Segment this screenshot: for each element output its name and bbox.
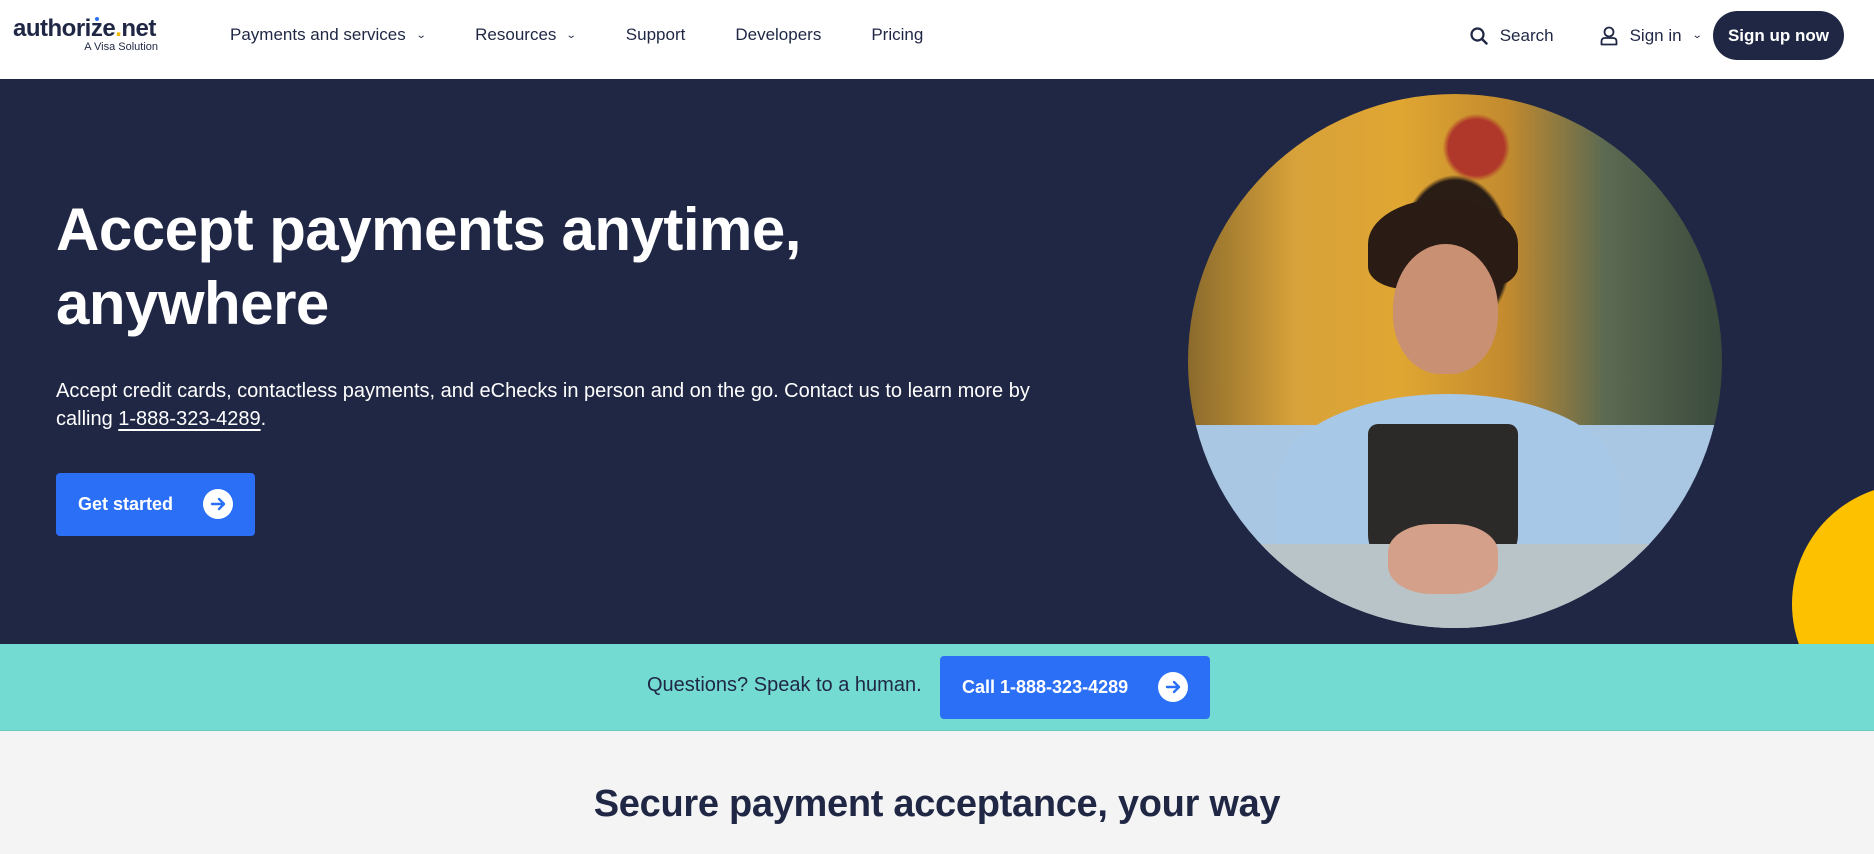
photo-hands-shape	[1388, 524, 1498, 594]
logo-wordmark: authorize.net	[13, 15, 156, 42]
decorative-yellow-circle	[1792, 484, 1874, 644]
main-menu: Payments and services ⌄ Resources ⌄ Supp…	[230, 0, 973, 70]
nav-pricing-label: Pricing	[871, 25, 924, 44]
nav-support[interactable]: Support	[626, 25, 686, 45]
nav-pricing[interactable]: Pricing	[871, 25, 923, 45]
call-phone-button[interactable]: Call 1-888-323-4289	[940, 656, 1210, 719]
nav-payments-label: Payments and services	[230, 25, 406, 44]
get-started-button[interactable]: Get started	[56, 473, 255, 536]
nav-resources-label: Resources	[475, 25, 557, 44]
hero-photo	[1188, 94, 1722, 628]
search-icon	[1470, 26, 1488, 45]
logo-i-dot	[95, 17, 99, 21]
top-navigation: authorize.net A Visa Solution Payments a…	[0, 0, 1874, 79]
hero-title: Accept payments anytime, anywhere	[56, 196, 801, 337]
nav-developers-label: Developers	[735, 25, 822, 44]
get-started-label: Get started	[78, 494, 174, 514]
hero-text-end: .	[260, 408, 267, 430]
nav-developers[interactable]: Developers	[735, 25, 821, 45]
arrow-right-circle-icon	[1158, 672, 1188, 702]
nav-resources[interactable]: Resources ⌄	[475, 25, 578, 45]
chevron-down-icon: ⌄	[1691, 30, 1703, 41]
phone-link[interactable]: 1-888-323-4289	[118, 408, 260, 430]
call-band: Questions? Speak to a human. Call 1-888-…	[0, 644, 1874, 731]
nav-payments-and-services[interactable]: Payments and services ⌄	[230, 25, 427, 45]
call-band-text: Questions? Speak to a human.	[647, 674, 922, 696]
sign-in-button[interactable]: Sign in ⌄	[1600, 25, 1703, 46]
nav-actions: Search Sign in ⌄ Sign up now	[1470, 11, 1844, 60]
search-button[interactable]: Search	[1470, 26, 1554, 46]
photo-face-shape	[1393, 244, 1498, 374]
chevron-down-icon: ⌄	[566, 29, 578, 41]
logo-tagline: A Visa Solution	[84, 41, 158, 53]
search-label: Search	[1499, 25, 1554, 45]
call-button-label: Call 1-888-323-4289	[962, 677, 1129, 697]
hero-description: Accept credit cards, contactless payment…	[56, 377, 1056, 433]
user-icon	[1600, 26, 1617, 45]
sign-in-label: Sign in	[1629, 25, 1682, 45]
chevron-down-icon: ⌄	[415, 29, 427, 41]
secure-payment-section: Secure payment acceptance, your way	[0, 731, 1874, 854]
secure-section-title: Secure payment acceptance, your way	[593, 783, 1281, 825]
nav-support-label: Support	[625, 25, 686, 44]
sign-up-now-button[interactable]: Sign up now	[1712, 11, 1844, 60]
arrow-right-circle-icon	[203, 489, 233, 519]
authorize-net-logo[interactable]: authorize.net A Visa Solution	[13, 15, 163, 55]
hero-section: Accept payments anytime, anywhere Accept…	[0, 79, 1874, 644]
